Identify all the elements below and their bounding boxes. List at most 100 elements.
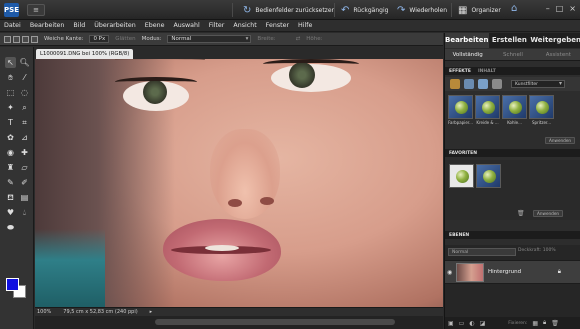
marquee-tool-icon[interactable]: ⬚ [5,87,16,98]
menu-layer[interactable]: Ebene [145,22,165,29]
subtract-selection-icon[interactable] [22,35,29,43]
move-tool-icon[interactable]: ↖ [5,57,16,68]
eyedropper-tool-icon[interactable]: ⁄ [19,72,30,83]
smooth-checkbox[interactable]: Glätten [115,36,135,42]
red-eye-tool-icon[interactable]: ◉ [5,147,16,158]
effect-thumbnail[interactable]: Spritzer... [529,95,554,125]
menu-view[interactable]: Ansicht [233,22,256,29]
magic-wand-tool-icon[interactable]: ✦ [5,102,16,113]
effects-thumbnails: Farbpapier... Kreide & ... Kohle... Spri… [448,95,554,125]
healing-brush-tool-icon[interactable]: ✚ [19,147,30,158]
all-effects-icon[interactable] [492,79,502,89]
horizontal-scrollbar[interactable] [35,316,443,329]
effect-thumbnail[interactable]: Kohle... [502,95,527,125]
crop-tool-icon[interactable]: ⌗ [19,117,30,128]
toolbox: ↖ 🔍︎ ✋︎ ⁄ ⬚ ◌ ✦ ⌕ T ⌗ ✿ ⊿ ◉ ✚ ♜ ▱ ✎ ✐ ⛾ … [0,47,34,329]
lock-all-icon[interactable]: 🔒︎ [543,319,546,327]
cookie-cutter-tool-icon[interactable]: ✿ [5,132,16,143]
straighten-tool-icon[interactable]: ⊿ [19,132,30,143]
selection-brush-tool-icon[interactable]: ⌕ [19,102,30,113]
menu-file[interactable]: Datei [4,22,21,29]
scrollbar-thumb[interactable] [155,319,395,325]
clone-stamp-tool-icon[interactable]: ♜ [5,162,16,173]
organizer-button[interactable]: ▦ Organizer [458,3,501,17]
new-group-icon[interactable]: ▭ [459,320,465,327]
effects-category-select[interactable]: Kunstfilter [511,80,565,88]
brush-tool-icon[interactable]: ✎ [5,177,16,188]
close-icon[interactable]: × [569,4,576,13]
tab-effects[interactable]: EFFEKTE [447,69,473,74]
menu-filter[interactable]: Filter [209,22,225,29]
favorite-thumbnail[interactable] [449,164,474,188]
sponge-tool-icon[interactable]: ⬬ [5,222,16,233]
effect-thumbnail[interactable]: Farbpapier... [448,95,473,125]
menu-image[interactable]: Bild [73,22,85,29]
document-tab[interactable]: L1000091.DNG bei 100% (RGB/8) [36,49,134,59]
apple-preview [536,101,549,114]
menu-enhance[interactable]: Überarbeiten [94,22,135,29]
tab-edit[interactable]: Bearbeiten [445,33,489,48]
new-layer-icon[interactable]: ▣ [448,320,454,327]
apply-favorite-button[interactable]: Anwenden [533,210,564,217]
reset-panels-button[interactable]: ↻ Bedienfelder zurücksetzen [243,3,335,17]
effects-toolbar: Kunstfilter [445,77,580,91]
feather-input[interactable]: 0 Px [89,35,110,43]
swap-icon[interactable]: ⇄ [296,36,301,42]
adjustment-layer-icon[interactable]: ◐ [469,320,474,327]
paint-bucket-tool-icon[interactable]: ⛾ [5,192,16,203]
type-tool-icon[interactable]: T [5,117,16,128]
opacity-label: Deckkraft: [518,248,542,253]
smart-brush-tool-icon[interactable]: ✐ [19,177,30,188]
visibility-eye-icon[interactable]: ◉ [447,269,454,276]
zoom-level[interactable]: 100% [37,309,51,315]
tab-quick[interactable]: Schnell [490,49,535,60]
delete-layer-icon[interactable]: 🗑︎ [551,320,559,327]
layer-row[interactable]: ◉ Hintergrund 🔒︎ [445,260,580,284]
filters-icon[interactable] [450,79,460,89]
shape-tool-icon[interactable]: ♥ [5,207,16,218]
layers-area: Normal Deckkraft: 100% ◉ Hintergrund 🔒︎ … [445,245,580,329]
blend-mode-select[interactable]: Normal [448,248,516,256]
hand-tool-icon[interactable]: ✋︎ [5,72,16,83]
menu-edit[interactable]: Bearbeiten [30,22,65,29]
tab-full[interactable]: Vollständig [445,49,490,60]
home-icon[interactable]: ⌂ [511,3,517,14]
minimize-icon[interactable]: – [546,4,550,13]
foreground-color-swatch[interactable] [6,278,19,291]
mask-icon[interactable]: ◪ [480,320,486,327]
redo-button[interactable]: ↷ Wiederholen [397,3,447,17]
favorites-title: FAVORITEN [449,150,478,156]
tab-share[interactable]: Weitergeben [530,33,580,48]
menu-help[interactable]: Hilfe [298,22,312,29]
opacity-value[interactable]: 100% [543,248,556,253]
add-selection-icon[interactable] [13,35,20,43]
eraser-tool-icon[interactable]: ▱ [19,162,30,173]
tab-content[interactable]: INHALT [476,69,498,74]
gradient-tool-icon[interactable]: ▤ [19,192,30,203]
blur-tool-icon[interactable]: 💧︎ [19,207,30,218]
tab-create[interactable]: Erstellen [489,33,531,48]
lock-transparent-icon[interactable]: ▦ [532,320,538,327]
mode-select[interactable]: Normal [167,35,252,43]
photo-effects-icon[interactable] [478,79,488,89]
opacity-control[interactable]: Deckkraft: 100% [518,248,556,253]
hamburger-icon[interactable]: ≡ [27,4,45,16]
maximize-icon[interactable]: □ [556,4,564,13]
effect-thumbnail[interactable]: Kreide & ... [475,95,500,125]
undo-button[interactable]: ↶ Rückgängig [341,3,388,17]
layer-styles-icon[interactable] [464,79,474,89]
trash-icon[interactable]: 🗑︎ [517,210,525,217]
status-arrow-icon[interactable]: ▸ [150,309,153,315]
apply-effect-button[interactable]: Anwenden [545,137,576,144]
undo-label: Rückgängig [353,6,389,14]
favorite-thumbnail[interactable] [476,164,501,188]
menu-window[interactable]: Fenster [266,22,289,29]
lock-icon[interactable]: 🔒︎ [558,268,561,276]
tab-guided[interactable]: Assistent [536,49,580,60]
menu-select[interactable]: Auswahl [173,22,199,29]
new-selection-icon[interactable] [4,35,11,43]
zoom-tool-icon[interactable]: 🔍︎ [19,57,30,68]
lasso-tool-icon[interactable]: ◌ [19,87,30,98]
intersect-selection-icon[interactable] [31,35,38,43]
image-canvas[interactable] [35,59,443,307]
